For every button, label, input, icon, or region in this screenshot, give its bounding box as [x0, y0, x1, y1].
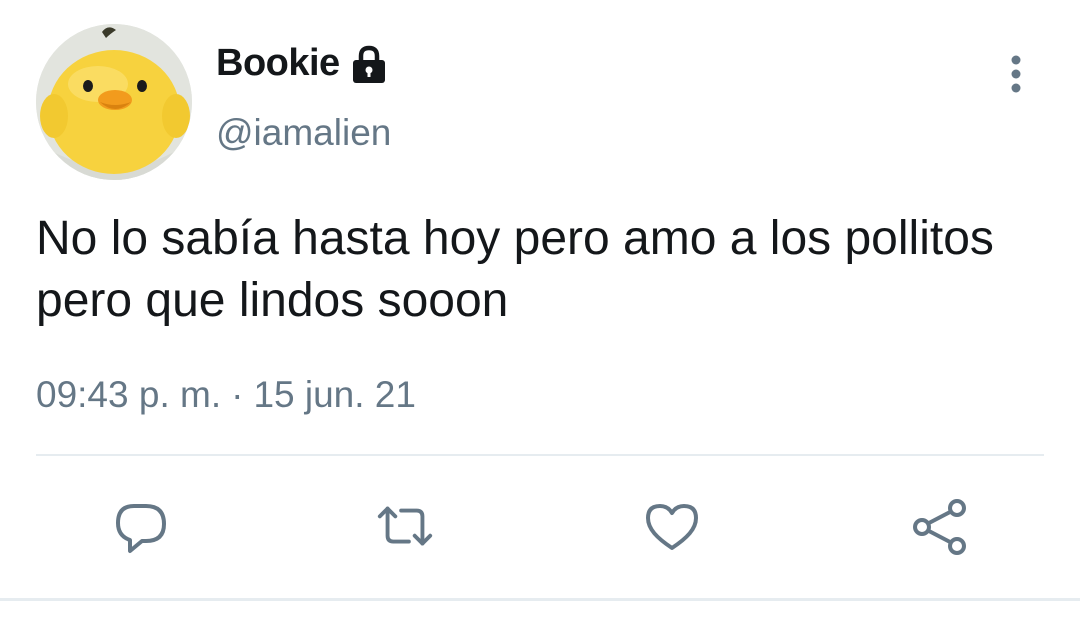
tweet-date: 15 jun. 21 [253, 374, 416, 415]
avatar[interactable] [36, 24, 192, 180]
reply-button[interactable] [110, 496, 172, 558]
reply-icon [116, 504, 166, 553]
like-button[interactable] [641, 496, 703, 558]
lock-icon [350, 44, 388, 84]
user-name-row[interactable]: Bookie [216, 42, 388, 85]
retweet-icon [377, 506, 433, 546]
share-button[interactable] [908, 496, 970, 558]
heart-icon [646, 504, 698, 550]
tweet-time: 09:43 p. m. [36, 374, 222, 415]
bottom-divider [0, 598, 1080, 601]
user-handle[interactable]: @iamalien [216, 112, 391, 154]
divider [36, 454, 1044, 456]
more-vertical-icon[interactable] [998, 52, 1034, 96]
tweet-text: No lo sabía hasta hoy pero amo a los pol… [36, 212, 994, 327]
display-name[interactable]: Bookie [216, 42, 340, 85]
retweet-button[interactable] [374, 496, 436, 558]
timestamp-separator: · [231, 374, 244, 415]
share-icon [913, 499, 966, 555]
tweet-timestamp[interactable]: 09:43 p. m. · 15 jun. 21 [36, 374, 416, 416]
chick-plush-image [36, 24, 192, 180]
